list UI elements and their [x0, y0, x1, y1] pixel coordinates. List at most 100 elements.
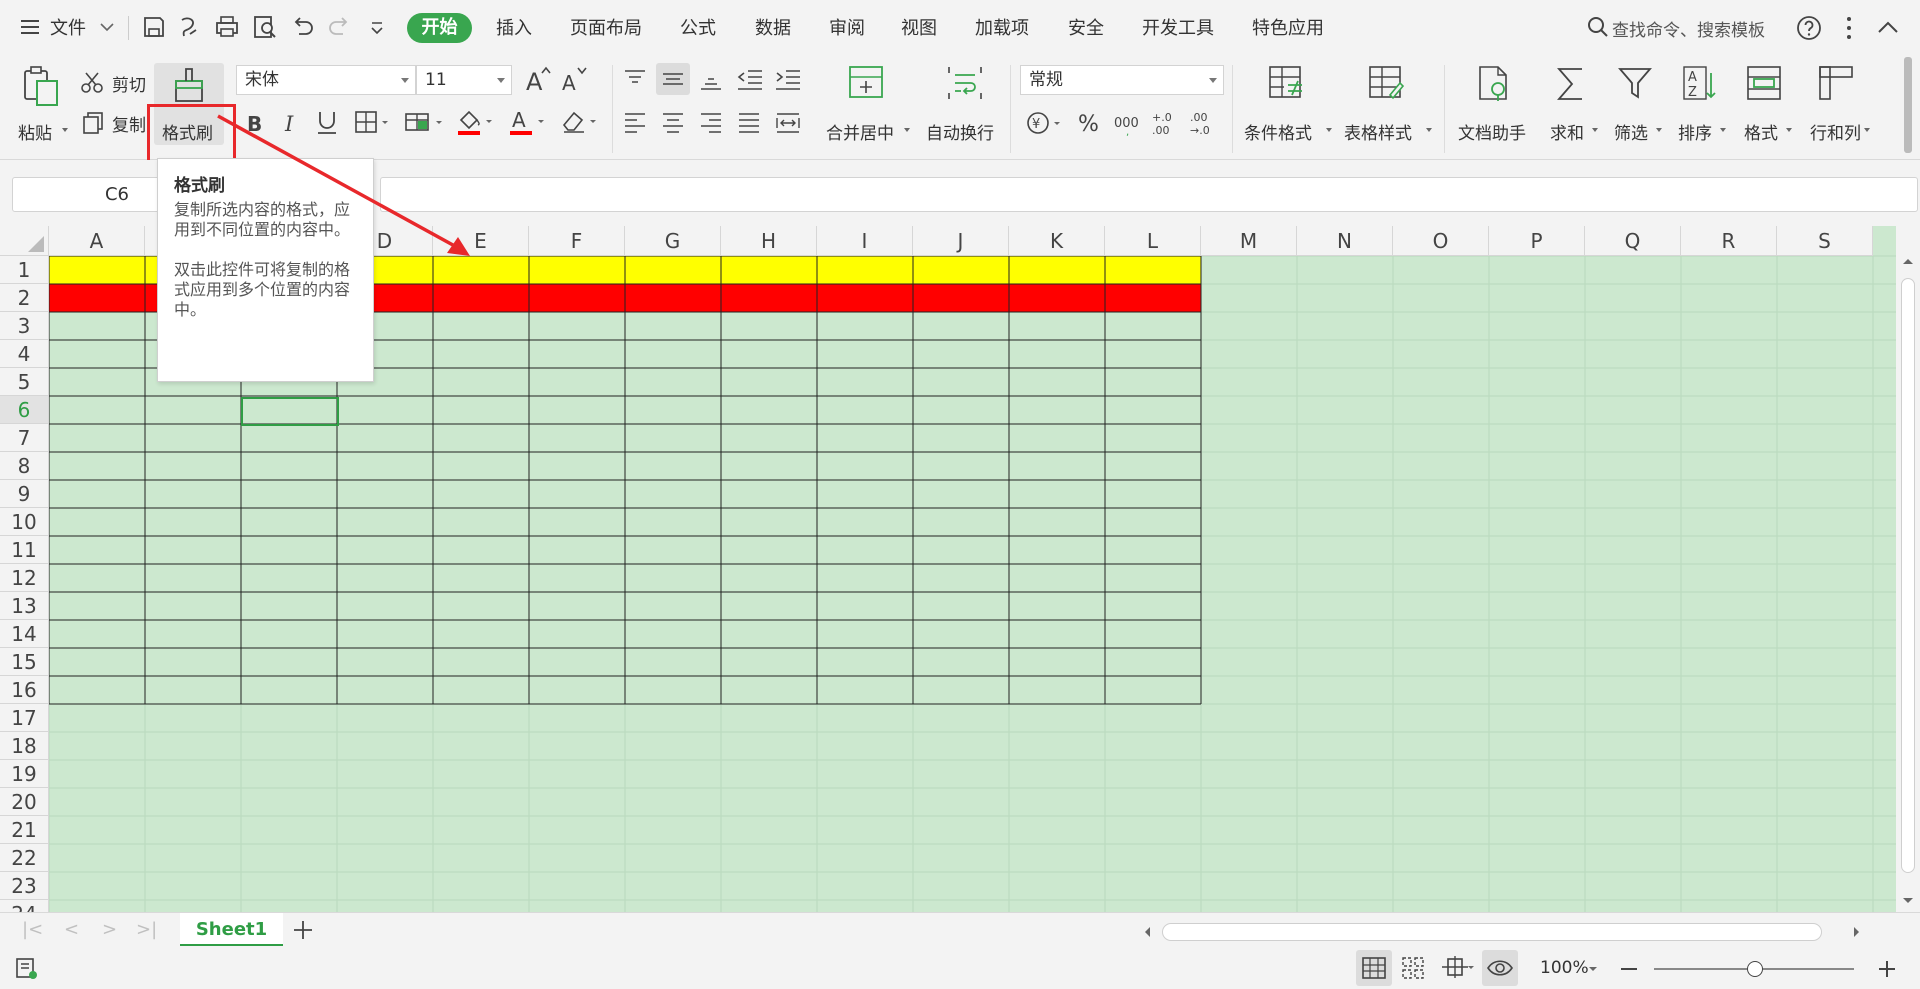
zoom-slider[interactable] — [1654, 961, 1854, 977]
decrease-indent-icon[interactable] — [736, 67, 764, 93]
row-header-9[interactable]: 9 — [0, 480, 49, 508]
column-header-f[interactable]: F — [529, 226, 625, 256]
column-header-g[interactable]: G — [625, 226, 721, 256]
tab-view[interactable]: 视图 — [901, 14, 937, 40]
file-menu[interactable]: 文件 — [20, 13, 120, 41]
underline-icon[interactable] — [315, 109, 339, 137]
font-name-select[interactable]: 宋体 — [236, 65, 416, 95]
customize-toolbar-icon[interactable] — [364, 14, 390, 40]
vertical-scrollbar[interactable] — [1896, 226, 1920, 912]
macro-record-icon[interactable] — [14, 956, 40, 982]
sheet-tab-sheet1[interactable]: Sheet1 — [180, 913, 283, 946]
table-style-button[interactable]: 表格样式 — [1340, 63, 1435, 147]
column-header-h[interactable]: H — [721, 226, 817, 256]
page-break-view-icon[interactable] — [1400, 955, 1426, 981]
tab-special[interactable]: 特色应用 — [1252, 14, 1324, 40]
copy-button[interactable]: 复制 — [80, 109, 150, 137]
tab-page-layout[interactable]: 页面布局 — [570, 14, 642, 40]
justify-icon[interactable] — [736, 110, 762, 136]
row-col-button[interactable]: 行和列 — [1800, 63, 1872, 147]
row-header-18[interactable]: 18 — [0, 732, 49, 760]
increase-indent-icon[interactable] — [774, 67, 802, 93]
horizontal-scroll-thumb[interactable] — [1162, 923, 1822, 941]
first-sheet-icon[interactable]: |< — [22, 919, 43, 940]
align-bottom-icon[interactable] — [698, 67, 724, 93]
select-all-corner[interactable] — [0, 226, 49, 256]
sum-button[interactable]: 求和 — [1540, 63, 1600, 147]
row-header-24[interactable]: 24 — [0, 900, 49, 912]
help-icon[interactable] — [1796, 15, 1822, 41]
sort-button[interactable]: AZ 排序 — [1668, 63, 1728, 147]
column-header-i[interactable]: I — [817, 226, 913, 256]
cut-button[interactable]: 剪切 — [80, 69, 150, 97]
tab-insert[interactable]: 插入 — [496, 14, 532, 40]
tab-data[interactable]: 数据 — [755, 14, 791, 40]
row-header-23[interactable]: 23 — [0, 872, 49, 900]
save-icon[interactable] — [141, 14, 167, 40]
row-header-14[interactable]: 14 — [0, 620, 49, 648]
align-right-icon[interactable] — [698, 110, 724, 136]
row-header-3[interactable]: 3 — [0, 312, 49, 340]
column-header-e[interactable]: E — [433, 226, 529, 256]
row-header-2[interactable]: 2 — [0, 284, 49, 312]
scroll-up-icon[interactable] — [1901, 256, 1915, 266]
column-header-m[interactable]: M — [1201, 226, 1297, 256]
tab-security[interactable]: 安全 — [1068, 14, 1104, 40]
scroll-down-icon[interactable] — [1901, 896, 1915, 906]
zoom-dropdown-icon[interactable] — [1588, 966, 1598, 974]
thousands-separator-icon[interactable]: 000, — [1112, 109, 1142, 137]
ribbon-scroll[interactable] — [1898, 55, 1918, 155]
distributed-align-icon[interactable] — [774, 110, 802, 136]
decrease-decimal-icon[interactable]: .00→.0 — [1188, 109, 1218, 137]
percent-icon[interactable]: % — [1076, 109, 1102, 137]
row-header-22[interactable]: 22 — [0, 844, 49, 872]
tab-review[interactable]: 审阅 — [829, 14, 865, 40]
fill-color-icon[interactable] — [456, 107, 496, 137]
align-center-icon[interactable] — [660, 110, 686, 136]
doc-assistant-button[interactable]: 文档助手 — [1454, 63, 1534, 147]
column-header-a[interactable]: A — [49, 226, 145, 256]
row-header-15[interactable]: 15 — [0, 648, 49, 676]
vertical-scroll-thumb[interactable] — [1901, 278, 1915, 873]
borders-icon[interactable] — [354, 110, 390, 136]
column-header-l[interactable]: L — [1105, 226, 1201, 256]
row-header-16[interactable]: 16 — [0, 676, 49, 704]
column-header-q[interactable]: Q — [1585, 226, 1681, 256]
column-header-j[interactable]: J — [913, 226, 1009, 256]
decrease-font-icon[interactable]: A — [558, 65, 588, 95]
tab-formulas[interactable]: 公式 — [680, 14, 716, 40]
number-format-select[interactable]: 常规 — [1020, 65, 1224, 95]
row-header-5[interactable]: 5 — [0, 368, 49, 396]
fill-format-icon[interactable] — [404, 110, 444, 136]
prev-sheet-icon[interactable]: < — [64, 919, 79, 940]
last-sheet-icon[interactable]: >| — [136, 919, 157, 940]
column-header-n[interactable]: N — [1297, 226, 1393, 256]
row-header-10[interactable]: 10 — [0, 508, 49, 536]
formula-input[interactable] — [380, 177, 1918, 212]
tab-developer[interactable]: 开发工具 — [1142, 14, 1214, 40]
row-header-20[interactable]: 20 — [0, 788, 49, 816]
italic-icon[interactable]: I — [280, 110, 302, 136]
zoom-level[interactable]: 100% — [1540, 958, 1589, 978]
column-header-r[interactable]: R — [1681, 226, 1777, 256]
column-header-k[interactable]: K — [1009, 226, 1105, 256]
conditional-format-button[interactable]: 条件格式 — [1240, 63, 1335, 147]
print-preview-icon[interactable] — [252, 14, 278, 40]
tab-addins[interactable]: 加载项 — [975, 14, 1029, 40]
increase-decimal-icon[interactable]: +.0.00 — [1150, 109, 1180, 137]
paste-button[interactable]: 粘贴 — [14, 63, 68, 145]
row-header-8[interactable]: 8 — [0, 452, 49, 480]
row-header-11[interactable]: 11 — [0, 536, 49, 564]
bold-icon[interactable]: B — [244, 110, 266, 136]
add-sheet-icon[interactable] — [292, 919, 314, 941]
wrap-text-button[interactable]: 自动换行 — [920, 63, 1010, 147]
row-header-4[interactable]: 4 — [0, 340, 49, 368]
next-sheet-icon[interactable]: > — [102, 919, 117, 940]
normal-view-button[interactable] — [1356, 950, 1392, 986]
row-header-19[interactable]: 19 — [0, 760, 49, 788]
eye-protection-button[interactable] — [1482, 950, 1518, 986]
zoom-slider-thumb[interactable] — [1747, 961, 1763, 977]
clear-format-icon[interactable] — [560, 107, 600, 137]
row-header-7[interactable]: 7 — [0, 424, 49, 452]
currency-icon[interactable]: ¥ — [1026, 109, 1066, 137]
